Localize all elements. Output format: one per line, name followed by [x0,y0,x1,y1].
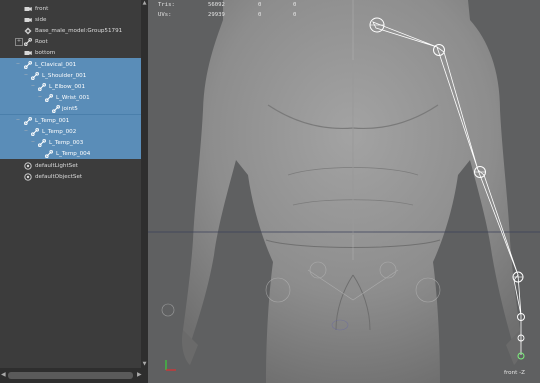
camera-icon [24,6,32,11]
outliner-item-group[interactable]: Base_male_model:Group51791 [0,25,141,36]
outliner-item-label: Root [35,38,48,45]
joint-icon [52,104,60,113]
outliner-item-label: L_Shoulder_001 [42,72,87,79]
outliner-item-label: bottom [35,49,56,56]
outliner-item-l-temp-004[interactable]: L_Temp_004 [0,148,141,159]
outliner-item-label: Base_male_model:Group51791 [35,27,123,34]
outliner-item-default-object-set[interactable]: defaultObjectSet [0,171,141,182]
outliner-item-l-temp-003[interactable]: − L_Temp_003 [0,137,141,148]
hud-tris-value: 0 [258,2,262,8]
camera-icon [24,17,32,22]
body-mesh [181,0,522,383]
outliner-item-label: L_Clavical_001 [35,61,77,68]
axis-gizmo [165,360,176,371]
camera-icon [24,50,32,55]
joint-icon [24,60,32,69]
outliner-item-l-clavical[interactable]: − L_Clavical_001 [0,59,141,70]
outliner-item-joint5[interactable]: joint5 [0,103,141,114]
joint-icon [38,82,46,91]
outliner-item-front[interactable]: front [0,3,141,14]
transform-group-icon [24,27,32,34]
outliner-tree: front side Base_male_model:Group51791 + … [0,0,141,368]
outliner-horizontal-scrollbar[interactable]: ◀ ▶ [0,368,148,383]
camera-name-label: front -Z [504,370,525,376]
hud-uvs-value: 29939 [208,12,225,18]
outliner-item-label: side [35,16,47,23]
hud-tris-label: Tris: [158,2,175,8]
outliner-item-label: L_Elbow_001 [49,83,86,90]
viewport-scene [148,0,540,383]
joint-icon [31,127,39,136]
joint-icon [45,93,53,102]
outliner-item-l-wrist[interactable]: − L_Wrist_001 [0,92,141,103]
outliner-item-root[interactable]: + Root [0,36,141,47]
joint-icon [38,138,46,147]
outliner-item-label: defaultObjectSet [35,173,83,180]
outliner-item-l-shoulder[interactable]: − L_Shoulder_001 [0,70,141,81]
outliner-item-l-temp-001[interactable]: − L_Temp_001 [0,115,141,126]
outliner-item-label: L_Temp_001 [35,117,70,124]
collapse-minus-icon[interactable]: − [37,94,43,101]
outliner-item-label: front [35,5,49,12]
hud-tris-value: 56092 [208,2,225,8]
outliner-panel: front side Base_male_model:Group51791 + … [0,0,148,383]
joint-icon [31,71,39,80]
outliner-item-bottom[interactable]: bottom [0,47,141,58]
hud-uvs-row: UVs: 29939 0 0 [158,12,318,21]
joint-icon [45,149,53,158]
viewport-3d[interactable]: Tris: 56092 0 0 UVs: 29939 0 0 front -Z [148,0,540,383]
outliner-item-l-elbow[interactable]: − L_Elbow_001 [0,81,141,92]
outliner-item-label: L_Wrist_001 [56,94,90,101]
outliner-item-label: L_Temp_004 [56,150,91,157]
scroll-down-arrow-icon[interactable]: ▼ [141,361,148,368]
collapse-minus-icon[interactable]: − [30,139,36,146]
scroll-up-arrow-icon[interactable]: ▲ [141,0,148,7]
hud-tris-row: Tris: 56092 0 0 [158,2,318,11]
joint-icon [24,37,32,46]
collapse-minus-icon[interactable]: − [23,128,29,135]
outliner-item-default-light-set[interactable]: defaultLightSet [0,160,141,171]
collapse-minus-icon[interactable]: − [23,72,29,79]
outliner-item-label: L_Temp_002 [42,128,77,135]
outliner-vertical-scrollbar[interactable]: ▲ ▼ [141,0,148,368]
set-icon [24,172,32,181]
collapse-minus-icon[interactable]: − [30,83,36,90]
set-icon [24,161,32,170]
hud-uvs-value: 0 [293,12,297,18]
hud-tris-value: 0 [293,2,297,8]
outliner-item-label: joint5 [62,105,78,112]
expand-plus-icon[interactable]: + [15,37,23,46]
scroll-right-arrow-icon[interactable]: ▶ [137,371,142,378]
joint-icon [24,116,32,125]
hud-uvs-label: UVs: [158,12,172,18]
collapse-minus-icon[interactable]: − [15,61,21,68]
hud-uvs-value: 0 [258,12,262,18]
collapse-minus-icon[interactable]: − [15,117,21,124]
outliner-item-side[interactable]: side [0,14,141,25]
scrollbar-thumb[interactable] [8,372,133,379]
scroll-left-arrow-icon[interactable]: ◀ [1,371,6,378]
outliner-item-label: defaultLightSet [35,162,78,169]
outliner-item-label: L_Temp_003 [49,139,84,146]
outliner-item-l-temp-002[interactable]: − L_Temp_002 [0,126,141,137]
